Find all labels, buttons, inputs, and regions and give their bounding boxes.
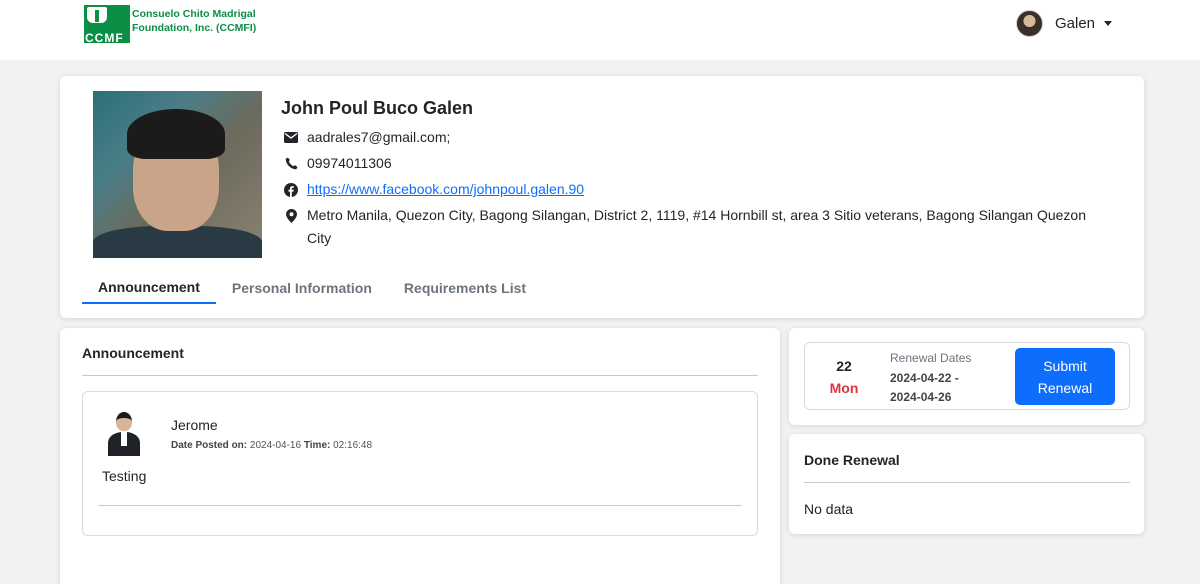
profile-phone: 09974011306 (307, 155, 392, 171)
profile-tabs: Announcement Personal Information Requir… (82, 272, 542, 304)
profile-photo (93, 91, 262, 258)
divider (82, 375, 758, 376)
user-menu-dropdown[interactable]: Galen (1016, 10, 1113, 37)
renewal-start: 2024-04-22 - (890, 371, 959, 385)
post-author: Jerome (171, 417, 218, 433)
profile-name: John Poul Buco Galen (281, 98, 474, 118)
avatar-head (116, 412, 132, 431)
profile-card: John Poul Buco Galen aadrales7@gmail.com… (60, 76, 1144, 318)
renewal-dates: 2024-04-22 - 2024-04-26 (890, 369, 990, 407)
post-body: Testing (102, 468, 147, 484)
ccmfi-logo[interactable]: CCMF Consuelo Chito Madrigal Foundation,… (84, 5, 256, 45)
user-avatar (1016, 10, 1043, 37)
done-renewal-card: Done Renewal No data (789, 434, 1144, 534)
profile-facebook-link[interactable]: https://www.facebook.com/johnpoul.galen.… (307, 178, 584, 201)
renewal-end: 2024-04-26 (890, 390, 952, 404)
done-renewal-empty: No data (804, 501, 854, 517)
announcement-card: Announcement Jerome Date Posted on: 2024… (60, 328, 780, 584)
post-meta: Date Posted on: 2024-04-16 Time: 02:16:4… (171, 440, 372, 451)
tab-requirements-list[interactable]: Requirements List (388, 272, 542, 304)
tab-announcement[interactable]: Announcement (82, 272, 216, 304)
profile-address: Metro Manila, Quezon City, Bagong Silang… (307, 207, 1086, 246)
time-label: Time: (303, 440, 331, 451)
post-time: 02:16:48 (333, 440, 373, 451)
profile-email: aadrales7@gmail.com; (307, 129, 451, 145)
caret-down-icon (1104, 21, 1113, 26)
logo-text: Consuelo Chito Madrigal Foundation, Inc.… (132, 7, 256, 35)
done-renewal-title: Done Renewal (804, 452, 900, 468)
logo-mark: CCMF (84, 5, 130, 45)
tab-personal-information[interactable]: Personal Information (216, 272, 388, 304)
logo-line-2: Foundation, Inc. (CCMFI) (132, 22, 257, 34)
logo-line-1: Consuelo Chito Madrigal (132, 8, 256, 20)
date-label: Date Posted on: (171, 440, 248, 451)
author-avatar (106, 412, 142, 458)
renewal-dates-label: Renewal Dates (890, 351, 972, 365)
user-name: Galen (1055, 15, 1096, 32)
avatar-collar (121, 432, 127, 446)
announcement-post: Jerome Date Posted on: 2024-04-16 Time: … (82, 391, 758, 536)
map-marker-icon (284, 204, 298, 227)
profile-email-row: aadrales7@gmail.com; (284, 126, 450, 149)
post-date: 2024-04-16 (249, 440, 302, 451)
renewal-card: 22 Mon Renewal Dates 2024-04-22 - 2024-0… (789, 328, 1144, 425)
renewal-day-number: 22 (836, 358, 852, 374)
envelope-icon (284, 126, 298, 149)
photo-hair (127, 109, 225, 159)
announcement-title: Announcement (82, 345, 184, 361)
submit-renewal-button[interactable]: Submit Renewal (1015, 348, 1115, 405)
logo-abbr: CCMF (85, 31, 124, 45)
renewal-box: 22 Mon Renewal Dates 2024-04-22 - 2024-0… (804, 342, 1130, 410)
logo-emblem-icon (87, 7, 107, 23)
phone-icon (284, 152, 298, 175)
top-navbar: CCMF Consuelo Chito Madrigal Foundation,… (0, 0, 1200, 60)
profile-address-row: Metro Manila, Quezon City, Bagong Silang… (284, 204, 1104, 250)
facebook-icon (284, 178, 298, 201)
divider (804, 482, 1130, 483)
renewal-day-name: Mon (829, 380, 859, 396)
profile-facebook-row: https://www.facebook.com/johnpoul.galen.… (284, 178, 584, 201)
divider (98, 505, 742, 506)
profile-phone-row: 09974011306 (284, 152, 392, 175)
